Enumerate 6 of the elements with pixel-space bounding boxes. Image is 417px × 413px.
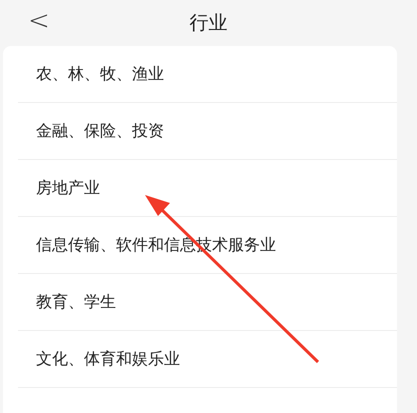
industry-item[interactable]: 文化、体育和娱乐业: [18, 331, 397, 388]
industry-item[interactable]: 农、林、牧、渔业: [18, 46, 397, 103]
back-button[interactable]: <: [24, 6, 54, 36]
page-title: 行业: [190, 11, 228, 36]
industry-item[interactable]: 金融、保险、投资: [18, 103, 397, 160]
industry-item[interactable]: 教育、学生: [18, 274, 397, 331]
